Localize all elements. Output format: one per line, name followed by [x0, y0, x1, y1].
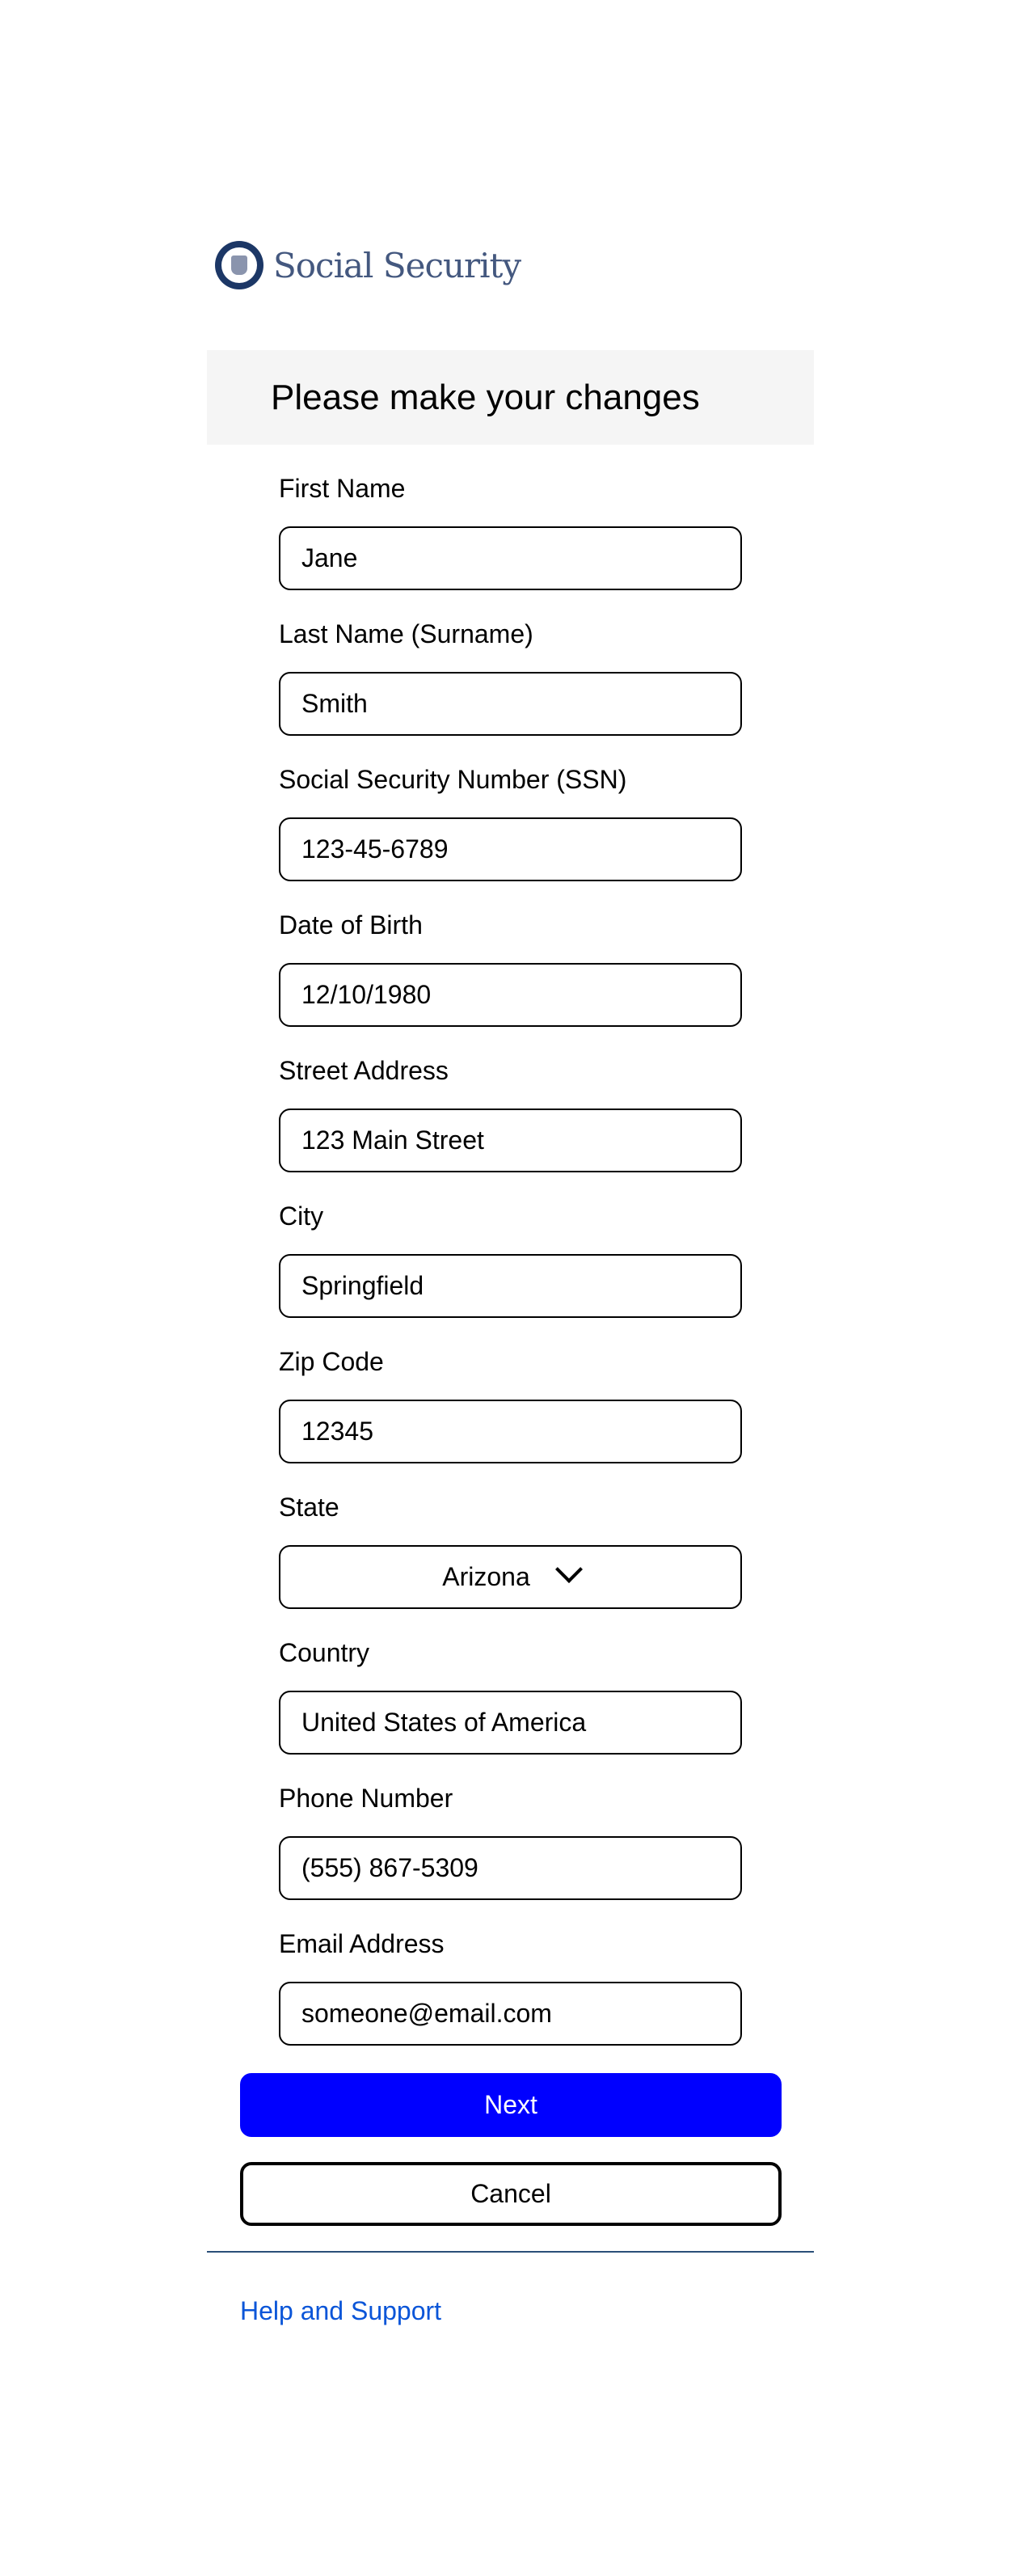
zip-label: Zip Code: [279, 1347, 384, 1376]
footer-divider: [207, 2251, 814, 2253]
country-field: Country United States of America: [279, 1636, 742, 1782]
city-label: City: [279, 1201, 324, 1231]
changes-form: First Name Jane Last Name (Surname) Smit…: [279, 472, 742, 2073]
city-input[interactable]: Springfield: [279, 1254, 742, 1318]
ssn-label: Social Security Number (SSN): [279, 765, 627, 794]
street-input[interactable]: 123 Main Street: [279, 1109, 742, 1172]
cancel-button[interactable]: Cancel: [240, 2162, 782, 2226]
brand-name: Social Security: [273, 245, 521, 285]
first-name-input[interactable]: Jane: [279, 526, 742, 590]
last-name-field: Last Name (Surname) Smith: [279, 618, 742, 763]
ssa-logo[interactable]: Social Security: [215, 241, 521, 289]
page-header: Please make your changes: [207, 350, 814, 445]
email-input[interactable]: someone@email.com: [279, 1982, 742, 2046]
dob-input[interactable]: 12/10/1980: [279, 963, 742, 1027]
zip-input[interactable]: 12345: [279, 1400, 742, 1463]
dob-field: Date of Birth 12/10/1980: [279, 909, 742, 1054]
ssa-seal-icon: [215, 241, 263, 289]
email-field: Email Address someone@email.com: [279, 1928, 742, 2073]
chevron-down-icon: [554, 1556, 583, 1583]
page-title: Please make your changes: [271, 377, 700, 417]
last-name-input[interactable]: Smith: [279, 672, 742, 736]
phone-input[interactable]: (555) 867-5309: [279, 1836, 742, 1900]
city-field: City Springfield: [279, 1200, 742, 1345]
dob-label: Date of Birth: [279, 910, 423, 940]
first-name-label: First Name: [279, 474, 406, 503]
phone-label: Phone Number: [279, 1784, 453, 1813]
zip-field: Zip Code 12345: [279, 1345, 742, 1491]
ssn-input[interactable]: 123-45-6789: [279, 817, 742, 881]
phone-field: Phone Number (555) 867-5309: [279, 1782, 742, 1928]
country-input[interactable]: United States of America: [279, 1691, 742, 1755]
country-label: Country: [279, 1638, 370, 1667]
state-field: State Arizona: [279, 1491, 742, 1636]
last-name-label: Last Name (Surname): [279, 619, 533, 648]
state-label: State: [279, 1493, 339, 1522]
ssn-field: Social Security Number (SSN) 123-45-6789: [279, 763, 742, 909]
help-and-support-link[interactable]: Help and Support: [240, 2296, 441, 2326]
first-name-field: First Name Jane: [279, 472, 742, 618]
email-label: Email Address: [279, 1929, 445, 1958]
state-select[interactable]: Arizona: [279, 1545, 742, 1609]
state-selected-value: Arizona: [442, 1562, 530, 1591]
next-button[interactable]: Next: [240, 2073, 782, 2137]
street-field: Street Address 123 Main Street: [279, 1054, 742, 1200]
street-label: Street Address: [279, 1056, 449, 1085]
